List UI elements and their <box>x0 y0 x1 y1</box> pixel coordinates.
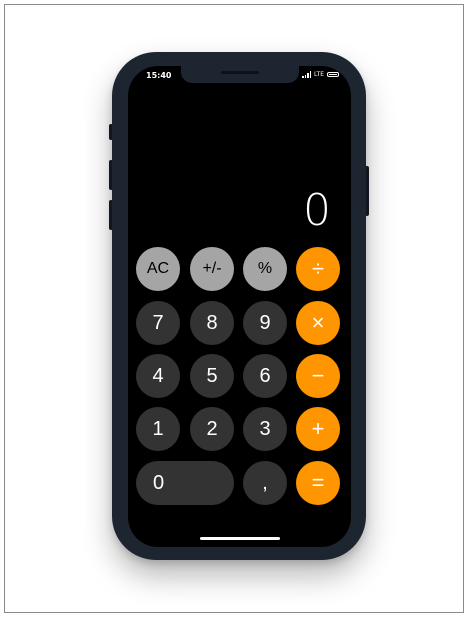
percent-button[interactable]: % <box>243 247 287 291</box>
signal-icon <box>302 71 312 78</box>
digit-4-button[interactable]: 4 <box>136 354 180 398</box>
phone-screen: 15:40 LTE 0 AC +/- % ÷ 7 8 9 × 4 5 6 − 1… <box>128 66 351 547</box>
multiply-button[interactable]: × <box>296 301 340 345</box>
decimal-button[interactable]: , <box>243 461 287 505</box>
battery-icon <box>327 72 339 77</box>
subtract-button[interactable]: − <box>296 354 340 398</box>
sign-toggle-button[interactable]: +/- <box>190 247 234 291</box>
add-button[interactable]: + <box>296 407 340 451</box>
digit-1-button[interactable]: 1 <box>136 407 180 451</box>
digit-6-button[interactable]: 6 <box>243 354 287 398</box>
digit-0-button[interactable]: 0 <box>136 461 234 505</box>
speaker-grille <box>221 71 259 74</box>
digit-9-button[interactable]: 9 <box>243 301 287 345</box>
digit-2-button[interactable]: 2 <box>190 407 234 451</box>
result-display: 0 <box>303 185 331 236</box>
notch <box>181 66 299 83</box>
equals-button[interactable]: = <box>296 461 340 505</box>
all-clear-button[interactable]: AC <box>136 247 180 291</box>
carrier-label: LTE <box>314 71 324 78</box>
digit-7-button[interactable]: 7 <box>136 301 180 345</box>
status-time: 15:40 <box>146 71 172 80</box>
digit-3-button[interactable]: 3 <box>243 407 287 451</box>
home-indicator[interactable] <box>200 537 280 540</box>
digit-8-button[interactable]: 8 <box>190 301 234 345</box>
status-indicators: LTE <box>302 71 339 78</box>
digit-5-button[interactable]: 5 <box>190 354 234 398</box>
divide-button[interactable]: ÷ <box>296 247 340 291</box>
